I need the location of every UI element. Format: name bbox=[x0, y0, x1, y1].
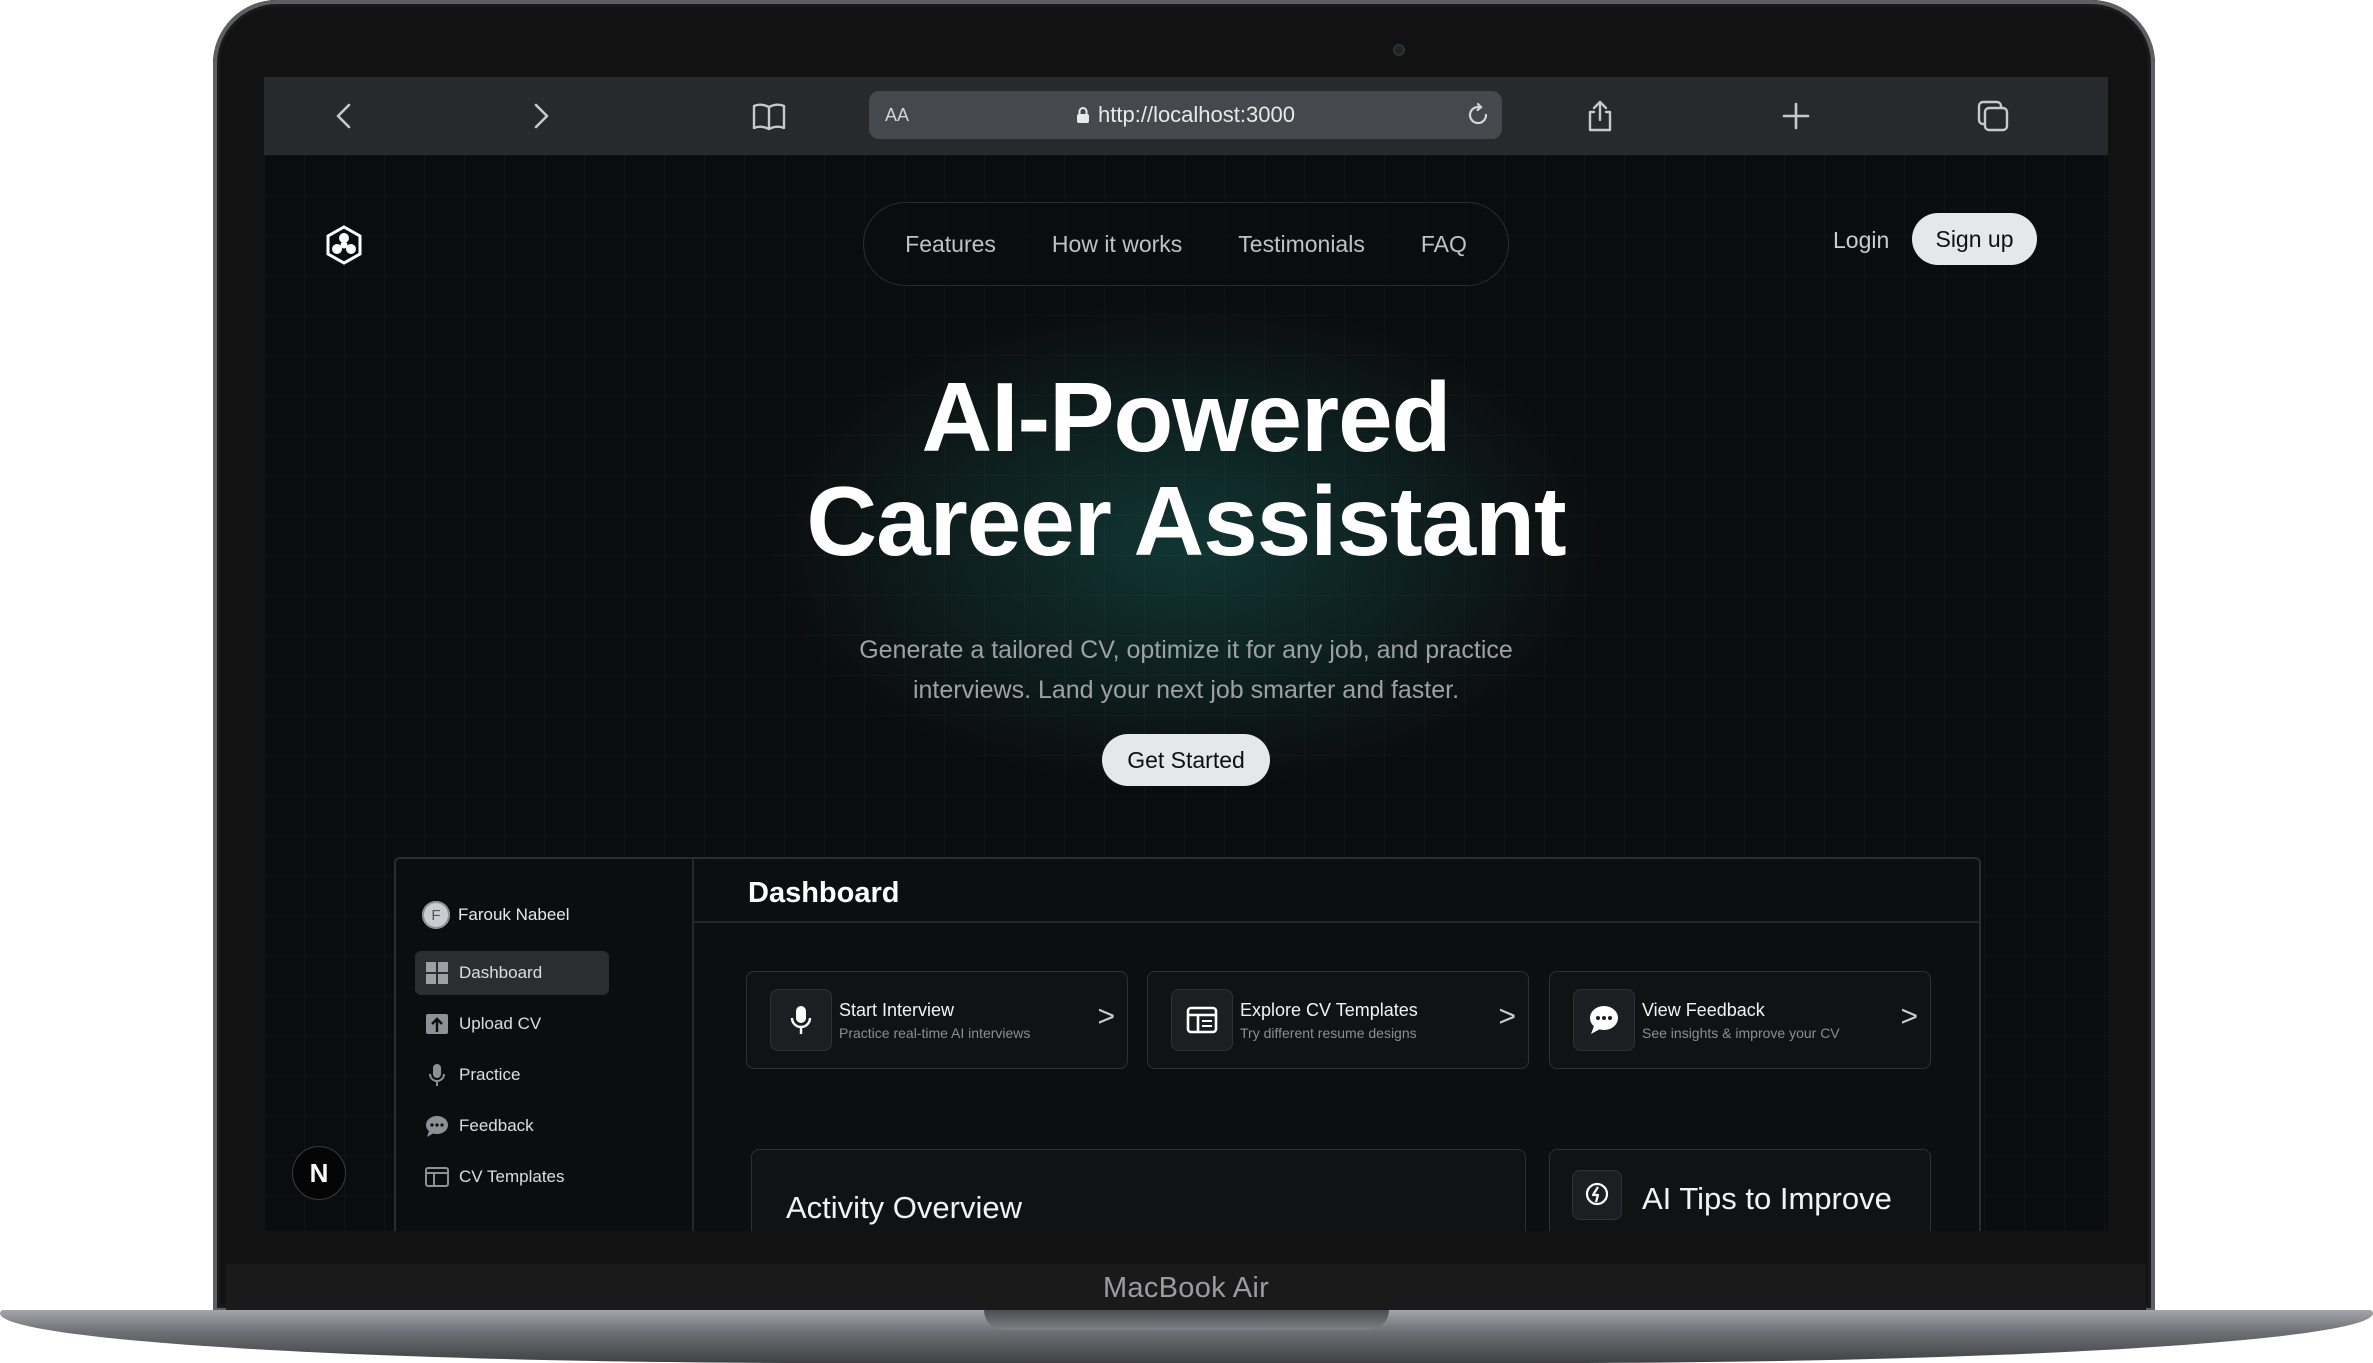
dashboard-sidebar: F Farouk Nabeel Dashboard Upload CV Prac… bbox=[396, 859, 694, 1231]
dashboard-main: Dashboard Start Interview Practice real-… bbox=[694, 859, 1979, 1231]
card-title: Explore CV Templates bbox=[1240, 1000, 1418, 1020]
dashboard-header: Dashboard bbox=[694, 859, 1979, 923]
share-icon[interactable] bbox=[1582, 98, 1618, 134]
activity-overview-title: Activity Overview bbox=[786, 1190, 1022, 1225]
device-label: MacBook Air bbox=[1102, 1271, 1270, 1304]
card-title: Start Interview bbox=[839, 1000, 955, 1020]
browser-toolbar: AA http://localhost:3000 bbox=[264, 77, 2108, 155]
hero-title-line-1: AI-Powered bbox=[921, 362, 1451, 472]
card-title: View Feedback bbox=[1642, 1000, 1765, 1020]
laptop-bezel: MacBook Air bbox=[226, 1264, 2146, 1312]
user-profile[interactable]: F Farouk Nabeel bbox=[422, 901, 570, 929]
card-description: Practice real-time AI interviews bbox=[839, 1025, 1031, 1041]
screen: AA http://localhost:3000 Features How it… bbox=[264, 77, 2108, 1231]
lock-icon bbox=[1077, 107, 1090, 123]
template-icon bbox=[425, 1167, 449, 1187]
sidebar-item-label: Practice bbox=[459, 1065, 521, 1084]
reload-icon[interactable] bbox=[1464, 101, 1492, 129]
sidebar-item-label: CV Templates bbox=[459, 1167, 565, 1186]
grid-icon bbox=[426, 962, 448, 984]
sidebar-item-dashboard[interactable]: Dashboard bbox=[415, 951, 609, 995]
back-icon[interactable] bbox=[327, 98, 363, 134]
sidebar-item-label: Upload CV bbox=[459, 1014, 542, 1033]
ai-tips-title: AI Tips to Improve bbox=[1642, 1181, 1892, 1216]
sidebar-item-label: Feedback bbox=[459, 1116, 534, 1135]
address-bar[interactable]: AA http://localhost:3000 bbox=[869, 91, 1502, 139]
dashboard-preview: F Farouk Nabeel Dashboard Upload CV Prac… bbox=[394, 857, 1981, 1231]
camera bbox=[1393, 44, 1405, 56]
sidebar-item-label: Dashboard bbox=[459, 963, 543, 982]
hero-subtitle-line-1: Generate a tailored CV, optimize it for … bbox=[859, 636, 1513, 664]
chat-bubble-icon bbox=[426, 1116, 448, 1137]
upload-icon bbox=[426, 1014, 448, 1034]
lightbulb-icon bbox=[1572, 1170, 1622, 1220]
nav-link-how-it-works[interactable]: How it works bbox=[1024, 231, 1210, 258]
sidebar-item-upload-cv[interactable]: Upload CV bbox=[415, 1002, 609, 1046]
new-tab-icon[interactable] bbox=[1778, 98, 1814, 134]
web-page: Features How it works Testimonials FAQ L… bbox=[264, 155, 2108, 1231]
brand-logo-icon[interactable] bbox=[323, 224, 365, 266]
nav-link-testimonials[interactable]: Testimonials bbox=[1210, 231, 1393, 258]
avatar: F bbox=[422, 901, 450, 929]
template-icon bbox=[1171, 989, 1233, 1051]
view-feedback-card[interactable]: View Feedback See insights & improve you… bbox=[1549, 971, 1931, 1069]
sidebar-item-practice[interactable]: Practice bbox=[415, 1053, 609, 1097]
nav-link-faq[interactable]: FAQ bbox=[1393, 231, 1495, 258]
card-description: Try different resume designs bbox=[1240, 1025, 1417, 1041]
nextjs-dev-badge[interactable]: N bbox=[292, 1146, 346, 1200]
login-link[interactable]: Login bbox=[1833, 227, 1889, 254]
signup-button[interactable]: Sign up bbox=[1912, 213, 2037, 265]
bookmarks-icon[interactable] bbox=[751, 98, 787, 134]
user-name: Farouk Nabeel bbox=[458, 905, 570, 924]
chevron-right-icon: > bbox=[1900, 1000, 1918, 1033]
hero-title: AI-Powered Career Assistant bbox=[264, 365, 2108, 573]
get-started-button[interactable]: Get Started bbox=[1102, 734, 1270, 786]
hero-subtitle-line-2: interviews. Land your next job smarter a… bbox=[912, 676, 1460, 704]
chevron-right-icon: > bbox=[1097, 1000, 1115, 1033]
microphone-icon bbox=[770, 989, 832, 1051]
sidebar-item-cv-templates[interactable]: CV Templates bbox=[415, 1155, 609, 1199]
nav-link-features[interactable]: Features bbox=[877, 231, 1024, 258]
main-nav: Features How it works Testimonials FAQ bbox=[863, 202, 1509, 286]
forward-icon[interactable] bbox=[522, 98, 558, 134]
explore-cv-templates-card[interactable]: Explore CV Templates Try different resum… bbox=[1147, 971, 1529, 1069]
hero-title-line-2: Career Assistant bbox=[806, 466, 1566, 576]
microphone-icon bbox=[429, 1064, 445, 1086]
card-description: See insights & improve your CV bbox=[1642, 1025, 1840, 1041]
start-interview-card[interactable]: Start Interview Practice real-time AI in… bbox=[746, 971, 1128, 1069]
laptop-notch bbox=[984, 1310, 1389, 1330]
sidebar-item-feedback[interactable]: Feedback bbox=[415, 1104, 609, 1148]
url-text: http://localhost:3000 bbox=[1098, 102, 1295, 127]
tabs-icon[interactable] bbox=[1975, 98, 2011, 134]
ai-tips-panel: AI Tips to Improve bbox=[1549, 1149, 1931, 1231]
dashboard-title: Dashboard bbox=[748, 877, 900, 909]
chat-bubble-icon bbox=[1573, 989, 1635, 1051]
hero-subtitle: Generate a tailored CV, optimize it for … bbox=[264, 630, 2108, 710]
chevron-right-icon: > bbox=[1498, 1000, 1516, 1033]
activity-overview-panel: Activity Overview bbox=[751, 1149, 1526, 1231]
